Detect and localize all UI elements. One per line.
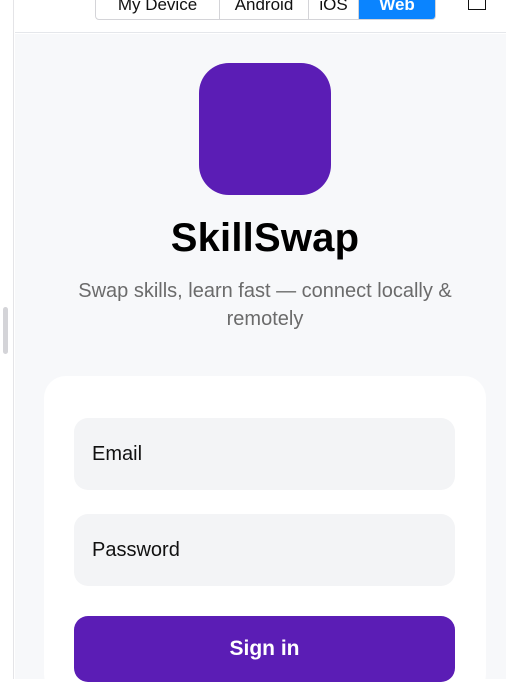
resize-handle[interactable] [3, 307, 8, 354]
window-icon[interactable] [468, 0, 486, 10]
platform-web[interactable]: Web [359, 0, 435, 19]
platform-my-device[interactable]: My Device [96, 0, 220, 19]
app-title: SkillSwap [170, 216, 360, 260]
left-panel-edge [0, 0, 14, 679]
email-field[interactable] [74, 418, 455, 490]
app-preview: SkillSwap Swap skills, learn fast — conn… [15, 34, 506, 696]
password-field[interactable] [74, 514, 455, 586]
platform-android[interactable]: Android [220, 0, 309, 19]
platform-ios[interactable]: iOS [309, 0, 359, 19]
device-toolbar: My Device Android iOS Web [15, 0, 506, 33]
login-card: Sign in [44, 376, 486, 696]
app-subtitle: Swap skills, learn fast — connect locall… [78, 280, 452, 330]
platform-selector: My Device Android iOS Web [95, 0, 436, 20]
sign-in-button[interactable]: Sign in [74, 616, 455, 682]
app-logo [199, 63, 331, 195]
